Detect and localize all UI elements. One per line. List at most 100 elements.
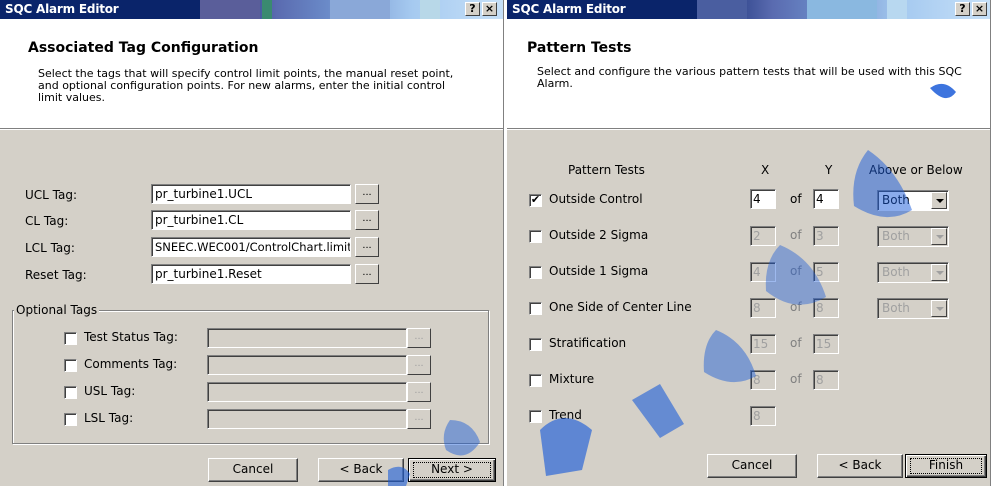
page-description: Select and configure the various pattern… (537, 65, 962, 90)
above-below-column-header: Above or Below (869, 163, 963, 177)
outside-2-sigma-mode-value: Both (882, 229, 910, 243)
cl-browse-button[interactable]: ... (355, 210, 379, 230)
reset-tag-field[interactable]: pr_turbine1.Reset (151, 264, 351, 284)
page-title: Associated Tag Configuration (28, 40, 259, 56)
usl-tag-label: USL Tag: (84, 384, 136, 398)
comments-tag-field[interactable] (207, 355, 407, 375)
one-side-center-line-x-input[interactable]: 8 (750, 298, 776, 318)
pattern-tests-column-header: Pattern Tests (568, 163, 645, 177)
chevron-down-icon[interactable] (931, 264, 947, 281)
outside-1-sigma-y-input[interactable]: 5 (813, 262, 839, 282)
outside-2-sigma-checkbox[interactable] (529, 230, 542, 243)
outside-2-sigma-mode-select[interactable]: Both (877, 226, 949, 247)
x-column-header: X (761, 163, 770, 177)
ucl-browse-button[interactable]: ... (355, 184, 379, 204)
chevron-down-icon[interactable] (931, 300, 947, 317)
close-button[interactable]: × (482, 2, 497, 16)
cancel-button[interactable]: Cancel (707, 454, 797, 478)
ucl-tag-label: UCL Tag: (25, 188, 78, 202)
lcl-tag-field[interactable]: SNEEC.WEC001/ControlChart.limit (151, 237, 351, 257)
left-window-title: SQC Alarm Editor (5, 2, 119, 16)
reset-browse-button[interactable]: ... (355, 264, 379, 284)
one-side-center-line-checkbox[interactable] (529, 302, 542, 315)
test-status-tag-field[interactable] (207, 328, 407, 348)
outside-1-sigma-mode-value: Both (882, 265, 910, 279)
right-header-panel: Pattern Tests Select and configure the v… (507, 19, 990, 130)
trend-label: Trend (549, 408, 582, 422)
outside-control-y-input[interactable]: 4 (813, 189, 839, 209)
next-button[interactable]: Next > (408, 458, 496, 482)
cancel-button[interactable]: Cancel (208, 458, 298, 482)
mixture-x-input[interactable]: 8 (750, 370, 776, 390)
one-side-center-line-y-input[interactable]: 8 (813, 298, 839, 318)
back-button[interactable]: < Back (817, 454, 903, 478)
test-status-tag-checkbox[interactable] (64, 332, 77, 345)
stratification-checkbox[interactable] (529, 338, 542, 351)
usl-browse-button[interactable]: ... (407, 382, 431, 402)
back-button[interactable]: < Back (318, 458, 404, 482)
trend-checkbox[interactable] (529, 410, 542, 423)
of-label: of (790, 336, 802, 350)
y-column-header: Y (825, 163, 833, 177)
of-label: of (790, 264, 802, 278)
cl-tag-label: CL Tag: (25, 214, 69, 228)
outside-control-checkbox[interactable]: ✔ (529, 194, 542, 207)
page-title: Pattern Tests (527, 40, 632, 56)
of-label: of (790, 228, 802, 242)
of-label: of (790, 300, 802, 314)
help-button[interactable]: ? (955, 2, 970, 16)
of-label: of (790, 372, 802, 386)
outside-1-sigma-label: Outside 1 Sigma (549, 264, 649, 278)
trend-x-input[interactable]: 8 (750, 406, 776, 426)
one-side-center-line-label: One Side of Center Line (549, 300, 692, 314)
outside-1-sigma-mode-select[interactable]: Both (877, 262, 949, 283)
finish-button[interactable]: Finish (905, 454, 987, 478)
close-button[interactable]: × (972, 2, 987, 16)
reset-tag-label: Reset Tag: (25, 268, 87, 282)
test-status-browse-button[interactable]: ... (407, 328, 431, 348)
outside-2-sigma-label: Outside 2 Sigma (549, 228, 649, 242)
lcl-tag-label: LCL Tag: (25, 241, 75, 255)
usl-tag-field[interactable] (207, 382, 407, 402)
right-window-title: SQC Alarm Editor (512, 2, 626, 16)
test-status-tag-label: Test Status Tag: (84, 330, 178, 344)
stratification-label: Stratification (549, 336, 627, 350)
one-side-center-line-mode-select[interactable]: Both (877, 298, 949, 319)
left-title-bar: SQC Alarm Editor ? × (0, 0, 503, 19)
stratification-y-input[interactable]: 15 (813, 334, 839, 354)
ucl-tag-field[interactable]: pr_turbine1.UCL (151, 184, 351, 204)
right-title-bar: SQC Alarm Editor ? × (507, 0, 990, 19)
help-button[interactable]: ? (465, 2, 480, 16)
mixture-label: Mixture (549, 372, 595, 386)
outside-control-mode-value: Both (882, 193, 910, 207)
of-label: of (790, 192, 802, 206)
comments-browse-button[interactable]: ... (407, 355, 431, 375)
stratification-x-input[interactable]: 15 (750, 334, 776, 354)
chevron-down-icon[interactable] (931, 228, 947, 245)
outside-1-sigma-checkbox[interactable] (529, 266, 542, 279)
lsl-browse-button[interactable]: ... (407, 409, 431, 429)
outside-2-sigma-x-input[interactable]: 2 (750, 226, 776, 246)
chevron-down-icon[interactable] (931, 192, 947, 209)
mixture-checkbox[interactable] (529, 374, 542, 387)
outside-control-label: Outside Control (549, 192, 643, 206)
cl-tag-field[interactable]: pr_turbine1.CL (151, 210, 351, 230)
left-header-panel: Associated Tag Configuration Select the … (0, 19, 503, 130)
lsl-tag-label: LSL Tag: (84, 411, 134, 425)
outside-2-sigma-y-input[interactable]: 3 (813, 226, 839, 246)
outside-control-mode-select[interactable]: Both (877, 190, 949, 211)
outside-1-sigma-x-input[interactable]: 4 (750, 262, 776, 282)
lcl-browse-button[interactable]: ... (355, 237, 379, 257)
left-dialog-window: SQC Alarm Editor ? × Associated Tag Conf… (0, 0, 504, 486)
optional-tags-group-title: Optional Tags (14, 303, 100, 317)
page-description: Select the tags that will specify contro… (38, 67, 454, 104)
outside-control-x-input[interactable]: 4 (750, 189, 776, 209)
comments-tag-checkbox[interactable] (64, 359, 77, 372)
mixture-y-input[interactable]: 8 (813, 370, 839, 390)
comments-tag-label: Comments Tag: (84, 357, 178, 371)
right-dialog-window: SQC Alarm Editor ? × Pattern Tests Selec… (506, 0, 991, 486)
usl-tag-checkbox[interactable] (64, 386, 77, 399)
one-side-center-line-mode-value: Both (882, 301, 910, 315)
lsl-tag-field[interactable] (207, 409, 407, 429)
lsl-tag-checkbox[interactable] (64, 413, 77, 426)
